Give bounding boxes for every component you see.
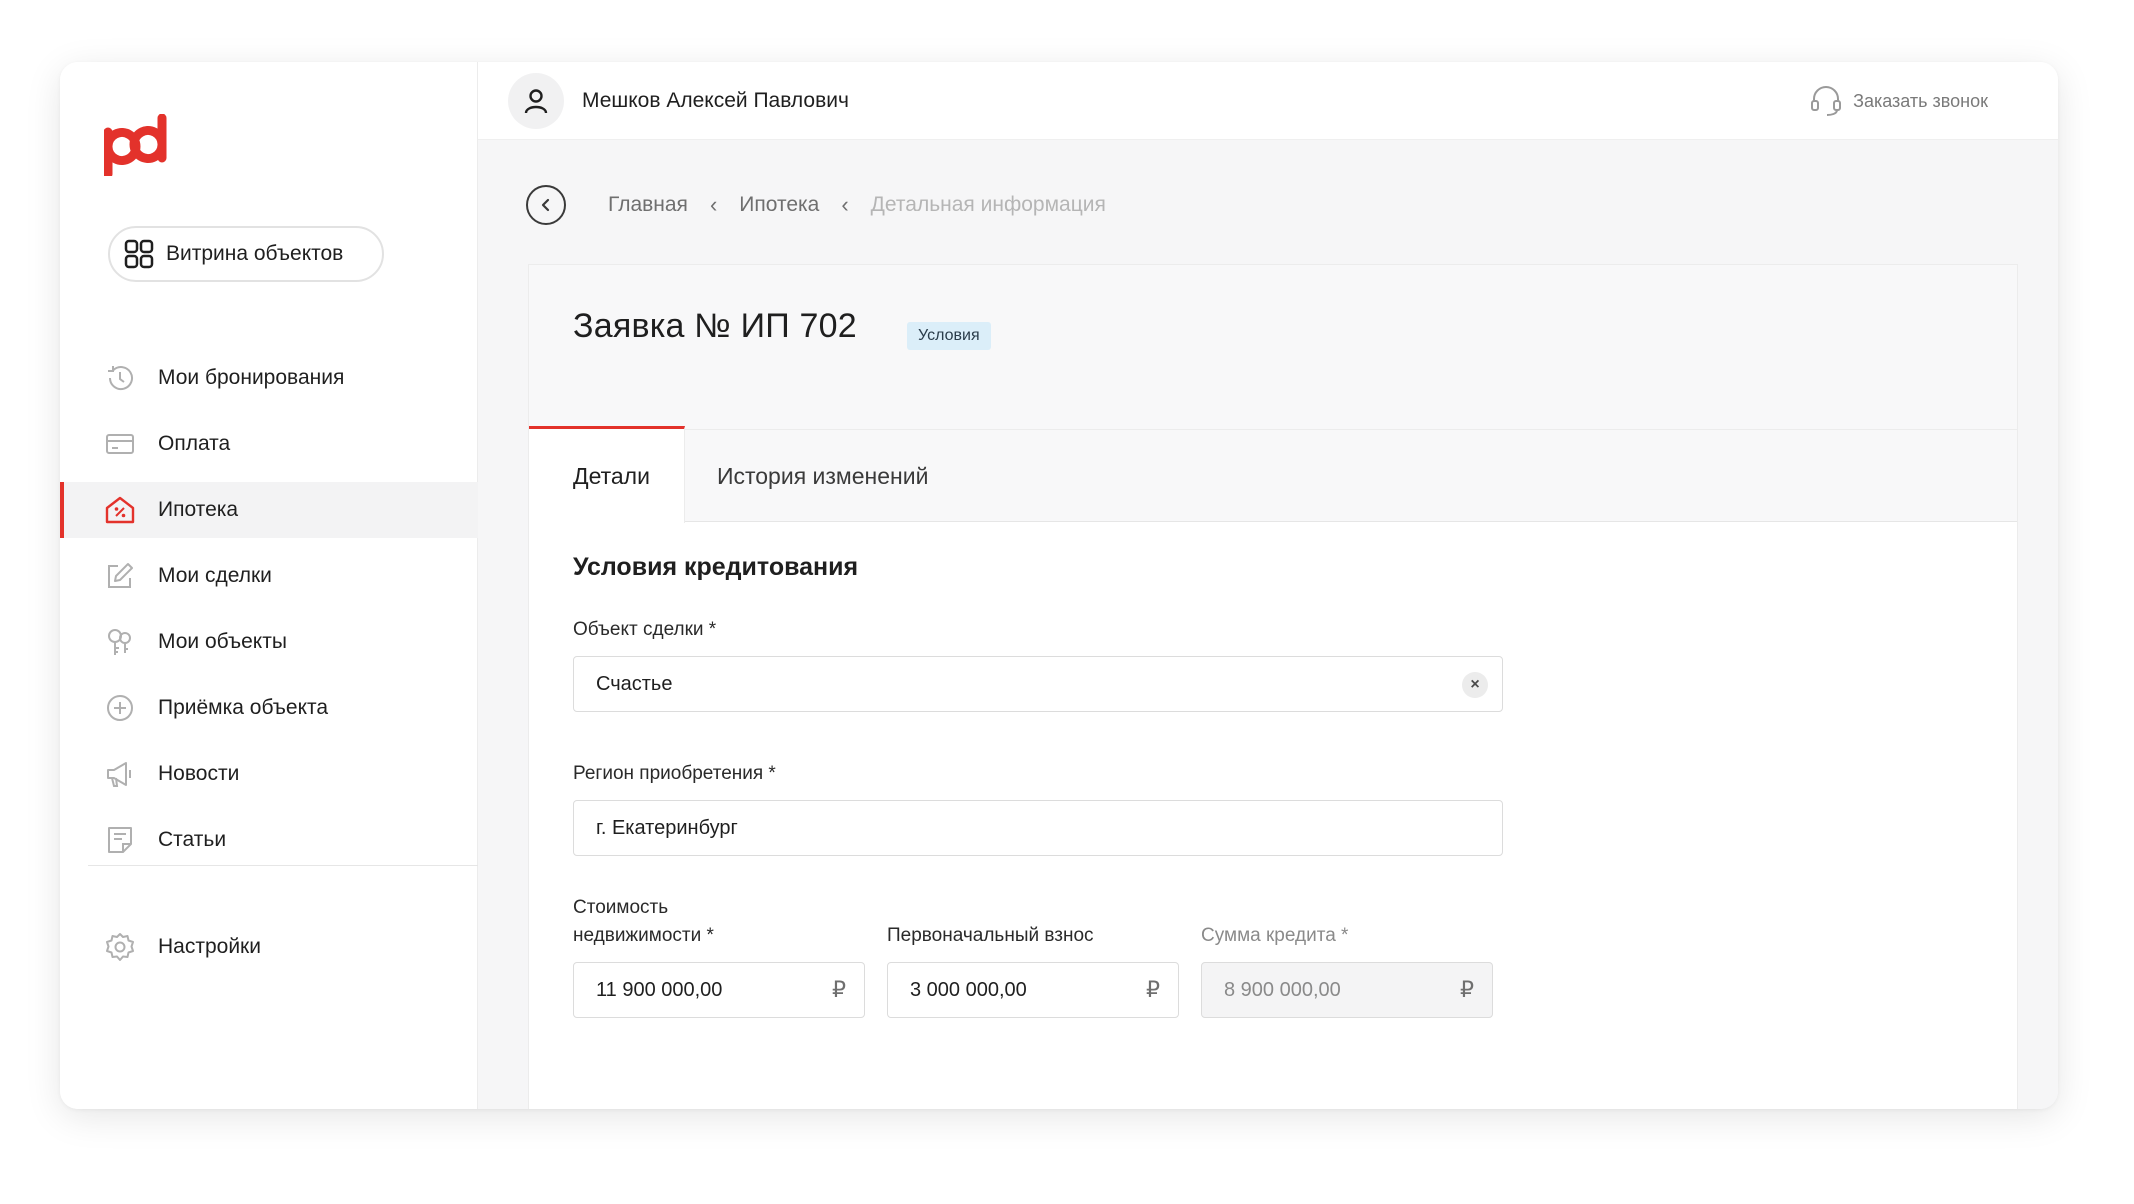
object-value: Счастье — [596, 672, 673, 695]
ruble-icon: ₽ — [832, 977, 846, 1002]
sidebar-nav: Мои бронирования Оплата Ипотека Мои сдел… — [60, 350, 478, 878]
down-payment-value: 3 000 000,00 — [910, 978, 1027, 1001]
sidebar-settings: Настройки — [60, 919, 478, 985]
main-content: Главная ‹ Ипотека ‹ Детальная информация… — [478, 140, 2058, 1109]
sidebar-divider — [88, 865, 478, 866]
region-value: г. Екатеринбург — [596, 816, 738, 839]
history-icon — [104, 362, 136, 394]
brand-logo[interactable] — [103, 113, 188, 179]
edit-icon — [104, 560, 136, 592]
avatar[interactable] — [508, 72, 564, 129]
request-call-button[interactable]: Заказать звонок — [1809, 62, 1988, 140]
showcase-label: Витрина объектов — [166, 242, 344, 265]
down-payment-label: Первоначальный взнос — [887, 925, 1094, 946]
app-window: Витрина объектов Мои бронирования Оплата… — [60, 62, 2058, 1109]
sidebar-item-bookings[interactable]: Мои бронирования — [60, 350, 478, 406]
credit-conditions-form: Условия кредитования Объект сделки * Сча… — [573, 553, 1503, 1018]
user-name[interactable]: Мешков Алексей Павлович — [582, 89, 849, 113]
sidebar: Витрина объектов Мои бронирования Оплата… — [60, 62, 478, 1109]
back-button[interactable] — [526, 185, 566, 225]
top-header: Мешков Алексей Павлович Заказать звонок — [478, 62, 2058, 140]
article-icon — [104, 824, 136, 856]
gear-icon — [104, 931, 136, 963]
breadcrumb: Главная ‹ Ипотека ‹ Детальная информация — [526, 184, 1106, 226]
chevron-left-icon: ‹ — [841, 192, 849, 217]
sidebar-item-label: Новости — [158, 762, 240, 785]
clear-icon[interactable]: × — [1462, 672, 1488, 698]
breadcrumb-home[interactable]: Главная — [608, 193, 688, 217]
grid-icon — [124, 239, 154, 269]
sidebar-item-label: Приёмка объекта — [158, 696, 329, 719]
sidebar-item-label: Ипотека — [158, 498, 239, 521]
breadcrumb-mortgage[interactable]: Ипотека — [739, 193, 819, 217]
chevron-left-icon: ‹ — [709, 192, 718, 217]
sidebar-item-mortgage[interactable]: Ипотека — [60, 482, 478, 538]
section-title: Условия кредитования — [573, 553, 859, 581]
sidebar-item-label: Мои объекты — [158, 630, 287, 653]
sidebar-item-label: Настройки — [158, 935, 261, 958]
sidebar-item-payment[interactable]: Оплата — [60, 416, 478, 472]
chevron-left-icon — [541, 198, 550, 212]
user-icon — [524, 88, 548, 113]
loan-amount-value: 8 900 000,00 — [1224, 978, 1341, 1001]
cost-input[interactable]: 11 900 000,00 ₽ — [573, 962, 865, 1018]
sidebar-item-news[interactable]: Новости — [60, 746, 478, 802]
page-title: Заявка № ИП 702 — [573, 307, 857, 345]
status-badge: Условия — [907, 322, 991, 350]
breadcrumb-current: Детальная информация — [870, 193, 1106, 216]
card-header: Заявка № ИП 702 Условия — [529, 265, 2017, 430]
region-input[interactable]: г. Екатеринбург — [573, 800, 1503, 856]
cost-field: Стоимость недвижимости * 11 900 000,00 ₽ — [573, 894, 865, 1018]
down-payment-field: Первоначальный взнос 3 000 000,00 ₽ — [887, 894, 1179, 1018]
loan-amount-label: Сумма кредита * — [1201, 925, 1349, 946]
megaphone-icon — [104, 758, 136, 790]
keys-icon — [104, 626, 136, 658]
mortgage-house-icon — [104, 494, 136, 526]
object-input[interactable]: Счастье × — [573, 656, 1503, 712]
sidebar-item-deals[interactable]: Мои сделки — [60, 548, 478, 604]
sidebar-item-label: Оплата — [158, 432, 231, 455]
showcase-button[interactable]: Витрина объектов — [108, 226, 384, 282]
tab-details[interactable]: Детали — [529, 426, 685, 523]
region-label: Регион приобретения * — [573, 763, 776, 784]
application-card: Заявка № ИП 702 Условия Детали История и… — [528, 264, 2018, 1109]
sidebar-item-articles[interactable]: Статьи — [60, 812, 478, 868]
object-label: Объект сделки * — [573, 619, 717, 640]
plus-circle-icon — [104, 692, 136, 724]
sidebar-item-acceptance[interactable]: Приёмка объекта — [60, 680, 478, 736]
down-payment-input[interactable]: 3 000 000,00 ₽ — [887, 962, 1179, 1018]
ruble-icon: ₽ — [1460, 977, 1474, 1002]
loan-amount-field: Сумма кредита * 8 900 000,00 ₽ — [1201, 894, 1493, 1018]
headset-icon — [1811, 86, 1842, 116]
tabs: Детали История изменений — [529, 426, 2017, 523]
sidebar-item-label: Мои сделки — [158, 564, 272, 587]
sidebar-item-objects[interactable]: Мои объекты — [60, 614, 478, 670]
sidebar-item-label: Статьи — [158, 828, 227, 851]
card-icon — [104, 428, 136, 460]
sidebar-item-label: Мои бронирования — [158, 366, 345, 389]
ruble-icon: ₽ — [1146, 977, 1160, 1002]
request-call-label: Заказать звонок — [1853, 90, 1988, 111]
cost-value: 11 900 000,00 — [596, 978, 723, 1001]
cost-label: Стоимость недвижимости * — [573, 897, 714, 946]
sidebar-item-settings[interactable]: Настройки — [60, 919, 478, 975]
loan-amount-input: 8 900 000,00 ₽ — [1201, 962, 1493, 1018]
tab-history[interactable]: История изменений — [685, 430, 960, 522]
amounts-row: Стоимость недвижимости * 11 900 000,00 ₽… — [573, 894, 1503, 1018]
